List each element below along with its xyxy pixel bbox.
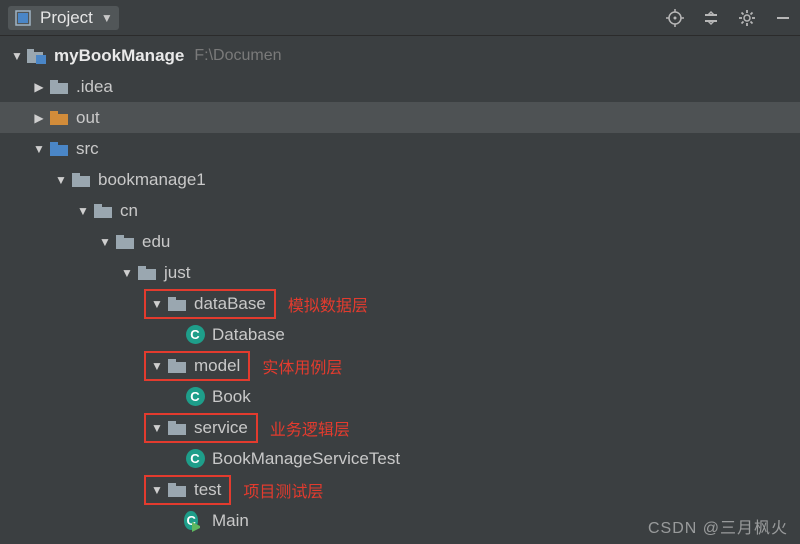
folder-icon: [48, 76, 70, 98]
tree-label: test: [194, 480, 221, 500]
chevron-down-icon: ▼: [101, 11, 113, 25]
tree-row-database-pkg[interactable]: ▼ dataBase 模拟数据层: [0, 288, 800, 319]
expand-toggle-icon[interactable]: ▼: [52, 173, 70, 187]
tree-label: dataBase: [194, 294, 266, 314]
expand-toggle-icon[interactable]: ▼: [148, 359, 166, 373]
module-icon: [26, 45, 48, 67]
tree-row-book-class[interactable]: C Book: [0, 381, 800, 412]
expand-toggle-icon[interactable]: ▼: [96, 235, 114, 249]
annotation-label: 模拟数据层: [288, 292, 368, 316]
expand-toggle-icon[interactable]: ▼: [148, 483, 166, 497]
project-panel-icon: [14, 9, 32, 27]
expand-toggle-icon[interactable]: ▶: [30, 111, 48, 125]
annotation-label: 业务逻辑层: [270, 416, 350, 440]
gear-icon[interactable]: [738, 9, 756, 27]
tree-label: service: [194, 418, 248, 438]
package-icon: [136, 262, 158, 284]
tree-label: src: [76, 139, 99, 159]
project-dropdown[interactable]: Project ▼: [8, 6, 119, 30]
expand-toggle-icon[interactable]: ▶: [30, 80, 48, 94]
annotation-box: ▼ dataBase: [144, 289, 276, 319]
annotation-label: 实体用例层: [262, 354, 342, 378]
expand-toggle-icon[interactable]: ▼: [118, 266, 136, 280]
tree-row-service-pkg[interactable]: ▼ service 业务逻辑层: [0, 412, 800, 443]
annotation-box: ▼ model: [144, 351, 250, 381]
locate-icon[interactable]: [666, 9, 684, 27]
project-dropdown-label: Project: [40, 8, 93, 28]
tree-label: BookManageServiceTest: [212, 449, 400, 469]
tree-row-idea[interactable]: ▶ .idea: [0, 71, 800, 102]
tree-label: Main: [212, 511, 249, 531]
expand-all-icon[interactable]: [702, 9, 720, 27]
tree-row-just[interactable]: ▼ just: [0, 257, 800, 288]
package-icon: [166, 479, 188, 501]
class-icon: C: [184, 386, 206, 408]
tree-row-bookmanage1[interactable]: ▼ bookmanage1: [0, 164, 800, 195]
class-icon: C: [184, 324, 206, 346]
project-tree: ▼ myBookManage F:\Documen ▶ .idea ▶ out …: [0, 36, 800, 536]
annotation-box: ▼ test: [144, 475, 231, 505]
watermark: CSDN @三月枫火: [648, 514, 788, 538]
tree-label: Database: [212, 325, 285, 345]
tree-label: model: [194, 356, 240, 376]
tree-label: .idea: [76, 77, 113, 97]
source-folder-icon: [48, 138, 70, 160]
tree-row-model-pkg[interactable]: ▼ model 实体用例层: [0, 350, 800, 381]
package-icon: [70, 169, 92, 191]
tree-row-out[interactable]: ▶ out: [0, 102, 800, 133]
expand-toggle-icon[interactable]: ▼: [30, 142, 48, 156]
class-icon: C: [184, 448, 206, 470]
expand-toggle-icon[interactable]: ▼: [74, 204, 92, 218]
tree-row-edu[interactable]: ▼ edu: [0, 226, 800, 257]
tree-row-cn[interactable]: ▼ cn: [0, 195, 800, 226]
expand-toggle-icon[interactable]: ▼: [148, 297, 166, 311]
toolbar: Project ▼: [0, 0, 800, 36]
package-icon: [166, 355, 188, 377]
package-icon: [166, 293, 188, 315]
expand-toggle-icon[interactable]: ▼: [148, 421, 166, 435]
project-path: F:\Documen: [194, 47, 281, 65]
project-name: myBookManage: [54, 46, 184, 66]
tree-label: Book: [212, 387, 251, 407]
tree-row-src[interactable]: ▼ src: [0, 133, 800, 164]
hide-icon[interactable]: [774, 9, 792, 27]
tree-row-project-root[interactable]: ▼ myBookManage F:\Documen: [0, 40, 800, 71]
package-icon: [92, 200, 114, 222]
tree-label: just: [164, 263, 190, 283]
tree-label: cn: [120, 201, 138, 221]
tree-label: edu: [142, 232, 170, 252]
tree-row-test-pkg[interactable]: ▼ test 项目测试层: [0, 474, 800, 505]
annotation-box: ▼ service: [144, 413, 258, 443]
runnable-class-icon: C: [184, 510, 206, 532]
tree-row-bmst-class[interactable]: C BookManageServiceTest: [0, 443, 800, 474]
package-icon: [114, 231, 136, 253]
folder-icon: [48, 107, 70, 129]
package-icon: [166, 417, 188, 439]
expand-toggle-icon[interactable]: ▼: [8, 49, 26, 63]
tree-label: out: [76, 108, 100, 128]
tree-row-database-class[interactable]: C Database: [0, 319, 800, 350]
tree-label: bookmanage1: [98, 170, 206, 190]
annotation-label: 项目测试层: [243, 478, 323, 502]
